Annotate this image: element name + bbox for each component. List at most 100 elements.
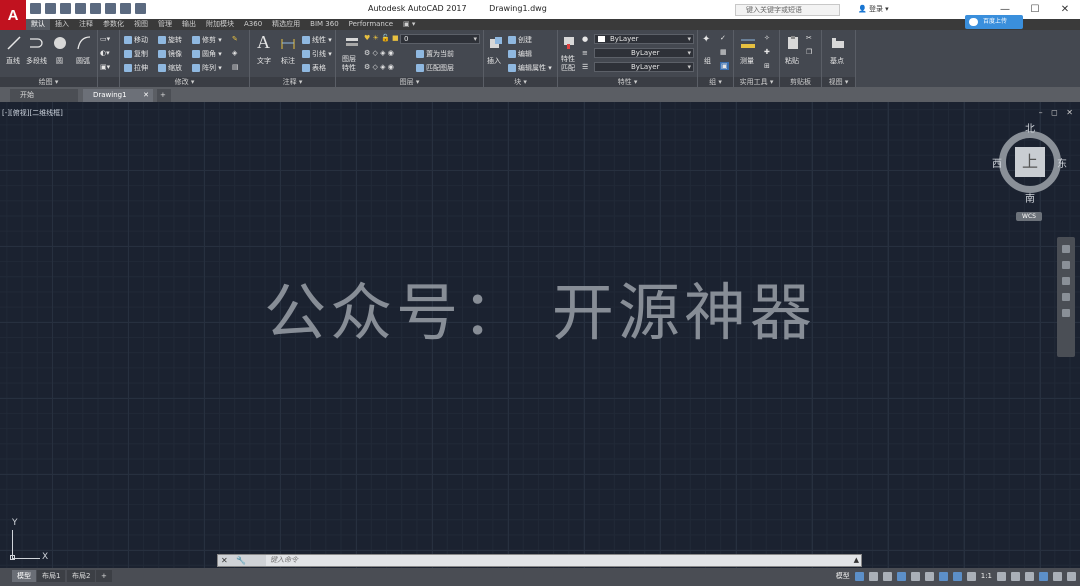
auto-scale-icon[interactable] xyxy=(966,571,976,581)
panel-title-clipboard[interactable]: 剪贴板 xyxy=(780,77,821,87)
measure-icon[interactable] xyxy=(740,35,756,51)
insert-block-icon[interactable] xyxy=(488,35,504,51)
color-wheel-icon[interactable]: ● xyxy=(582,35,588,43)
viewcube[interactable]: 上 北 南 东 西 xyxy=(992,124,1067,205)
paste-icon[interactable] xyxy=(785,35,801,51)
print-icon[interactable] xyxy=(90,3,101,14)
customize-qat-icon[interactable] xyxy=(135,3,146,14)
close-window-button[interactable]: ✕ xyxy=(1050,0,1080,19)
ribbon-tab-10[interactable]: BIM 360 xyxy=(305,19,344,30)
paste-button[interactable]: 粘贴 xyxy=(785,56,799,66)
dimension-button[interactable]: 标注 xyxy=(281,56,295,66)
ribbon-tab-8[interactable]: A360 xyxy=(239,19,267,30)
annotation-visibility-icon[interactable] xyxy=(952,571,962,581)
polyline-button[interactable]: 多段线 xyxy=(26,56,47,66)
rectangle-icon[interactable]: ▭▾ xyxy=(100,35,110,43)
clean-screen-icon[interactable] xyxy=(1053,571,1062,581)
linetype-dropdown[interactable]: ByLayer xyxy=(594,48,694,58)
copy-clip-icon[interactable]: ❐ xyxy=(806,48,812,56)
application-menu-button[interactable]: A xyxy=(0,0,26,30)
compass-south[interactable]: 南 xyxy=(1025,190,1035,205)
compass-east[interactable]: 东 xyxy=(1057,155,1067,170)
layout-tab-model[interactable]: 模型 xyxy=(12,570,36,582)
layer-properties-button[interactable]: 图层特性 xyxy=(342,55,358,73)
steering-wheel-icon[interactable] xyxy=(1062,245,1070,253)
model-space-button[interactable]: 模型 xyxy=(836,571,850,581)
command-line-tools[interactable]: ✕ 🔧 ▸▾ xyxy=(218,555,266,576)
workspace-gear-icon[interactable] xyxy=(997,571,1006,581)
offset-icon[interactable]: ▤ xyxy=(232,63,239,71)
panel-title-layers[interactable]: 图层 ▾ xyxy=(336,77,483,87)
table-button[interactable]: 表格 xyxy=(302,63,326,73)
drawing-canvas[interactable]: [-][俯视][二维线框] – ◻ ✕ 公众号： 开源神器 上 北 南 东 西 … xyxy=(0,102,1080,568)
panel-title-block[interactable]: 块 ▾ xyxy=(484,77,557,87)
viewcube-top-face[interactable]: 上 xyxy=(1015,147,1045,177)
text-button[interactable]: 文字 xyxy=(257,56,271,66)
viewport-controls-label[interactable]: [-][俯视][二维线框] xyxy=(2,108,63,118)
base-view-button[interactable]: 基点 xyxy=(830,56,844,66)
grid-icon[interactable] xyxy=(854,571,864,581)
new-tab-button[interactable]: + xyxy=(157,89,171,102)
match-properties-icon[interactable] xyxy=(562,35,578,51)
save-as-icon[interactable] xyxy=(75,3,86,14)
make-current-button[interactable]: 置为当前 xyxy=(416,49,454,59)
text-icon[interactable]: A xyxy=(257,32,270,53)
customization-menu-icon[interactable] xyxy=(1067,571,1076,581)
showmotion-icon[interactable] xyxy=(1062,309,1070,317)
viewport-window-controls[interactable]: – ◻ ✕ xyxy=(1039,108,1076,117)
create-block-button[interactable]: 创建 xyxy=(508,35,532,45)
annotation-scale-button[interactable]: 1:1 xyxy=(981,572,992,580)
erase-icon[interactable]: ✎ xyxy=(232,35,238,43)
dimension-icon[interactable] xyxy=(280,35,296,51)
layout-tab-layout2[interactable]: 布局2 xyxy=(67,570,96,582)
help-search-input[interactable]: 键入关键字或短语 xyxy=(735,4,840,16)
group-icon[interactable]: ✦ xyxy=(702,34,710,45)
layer-tools-row-1[interactable]: ⚙ ◇ ◈ ◉ xyxy=(364,49,394,57)
panel-title-draw[interactable]: 绘图 ▾ xyxy=(0,77,97,87)
undo-icon[interactable] xyxy=(105,3,116,14)
ribbon-tab-6[interactable]: 输出 xyxy=(177,19,201,30)
wcs-menu-button[interactable]: WCS xyxy=(1016,212,1042,221)
panel-title-utilities[interactable]: 实用工具 ▾ xyxy=(734,77,779,87)
arc-icon[interactable] xyxy=(76,35,92,51)
panel-title-properties[interactable]: 特性 ▾ xyxy=(558,77,697,87)
ungroup-icon[interactable]: ▦ xyxy=(720,48,727,56)
ribbon-tab-1[interactable]: 插入 xyxy=(50,19,74,30)
object-snap-tracking-icon[interactable] xyxy=(924,571,934,581)
cut-icon[interactable]: ✂ xyxy=(806,34,812,42)
id-point-icon[interactable]: ⊞ xyxy=(764,62,770,70)
compass-west[interactable]: 西 xyxy=(992,155,1002,170)
explode-icon[interactable]: ◈ xyxy=(232,49,237,57)
line-button[interactable]: 直线 xyxy=(6,56,20,66)
linear-button[interactable]: 线性 ▾ xyxy=(302,35,332,45)
redo-icon[interactable] xyxy=(120,3,131,14)
match-layer-button[interactable]: 匹配图层 xyxy=(416,63,454,73)
circle-button[interactable]: 圆 xyxy=(56,56,63,66)
isolate-objects-icon[interactable] xyxy=(1039,571,1048,581)
pan-icon[interactable] xyxy=(1062,261,1070,269)
leader-button[interactable]: 引线 ▾ xyxy=(302,49,332,59)
edit-attribute-button[interactable]: 编辑属性 ▾ xyxy=(508,63,552,73)
line-icon[interactable] xyxy=(6,35,22,51)
mirror-button[interactable]: 镜像 xyxy=(158,49,182,59)
ribbon-tab-9[interactable]: 精选应用 xyxy=(267,19,305,30)
polyline-icon[interactable] xyxy=(28,35,44,51)
trim-button[interactable]: 修剪 ▾ xyxy=(192,35,222,45)
units-icon[interactable] xyxy=(1025,571,1034,581)
group-button[interactable]: 组 xyxy=(704,56,711,66)
cloud-upload-button[interactable]: 百度上传 xyxy=(965,15,1023,29)
polar-icon[interactable] xyxy=(896,571,906,581)
zoom-icon[interactable] xyxy=(1062,277,1070,285)
layer-dropdown[interactable]: 0 xyxy=(400,34,480,44)
stretch-button[interactable]: 拉伸 xyxy=(124,63,148,73)
panel-title-groups[interactable]: 组 ▾ xyxy=(698,77,733,87)
copy-button[interactable]: 复制 xyxy=(124,49,148,59)
panel-title-view[interactable]: 视图 ▾ xyxy=(822,77,855,87)
lineweight-dropdown[interactable]: ByLayer xyxy=(594,62,694,72)
boundary-icon[interactable]: ▣▾ xyxy=(100,63,110,71)
ribbon-tab-12[interactable]: ▣ ▾ xyxy=(398,19,420,30)
match-properties-button[interactable]: 特性匹配 xyxy=(561,55,579,73)
count-icon[interactable]: ✚ xyxy=(764,48,770,56)
edit-block-button[interactable]: 编辑 xyxy=(508,49,532,59)
object-snap-icon[interactable] xyxy=(938,571,948,581)
